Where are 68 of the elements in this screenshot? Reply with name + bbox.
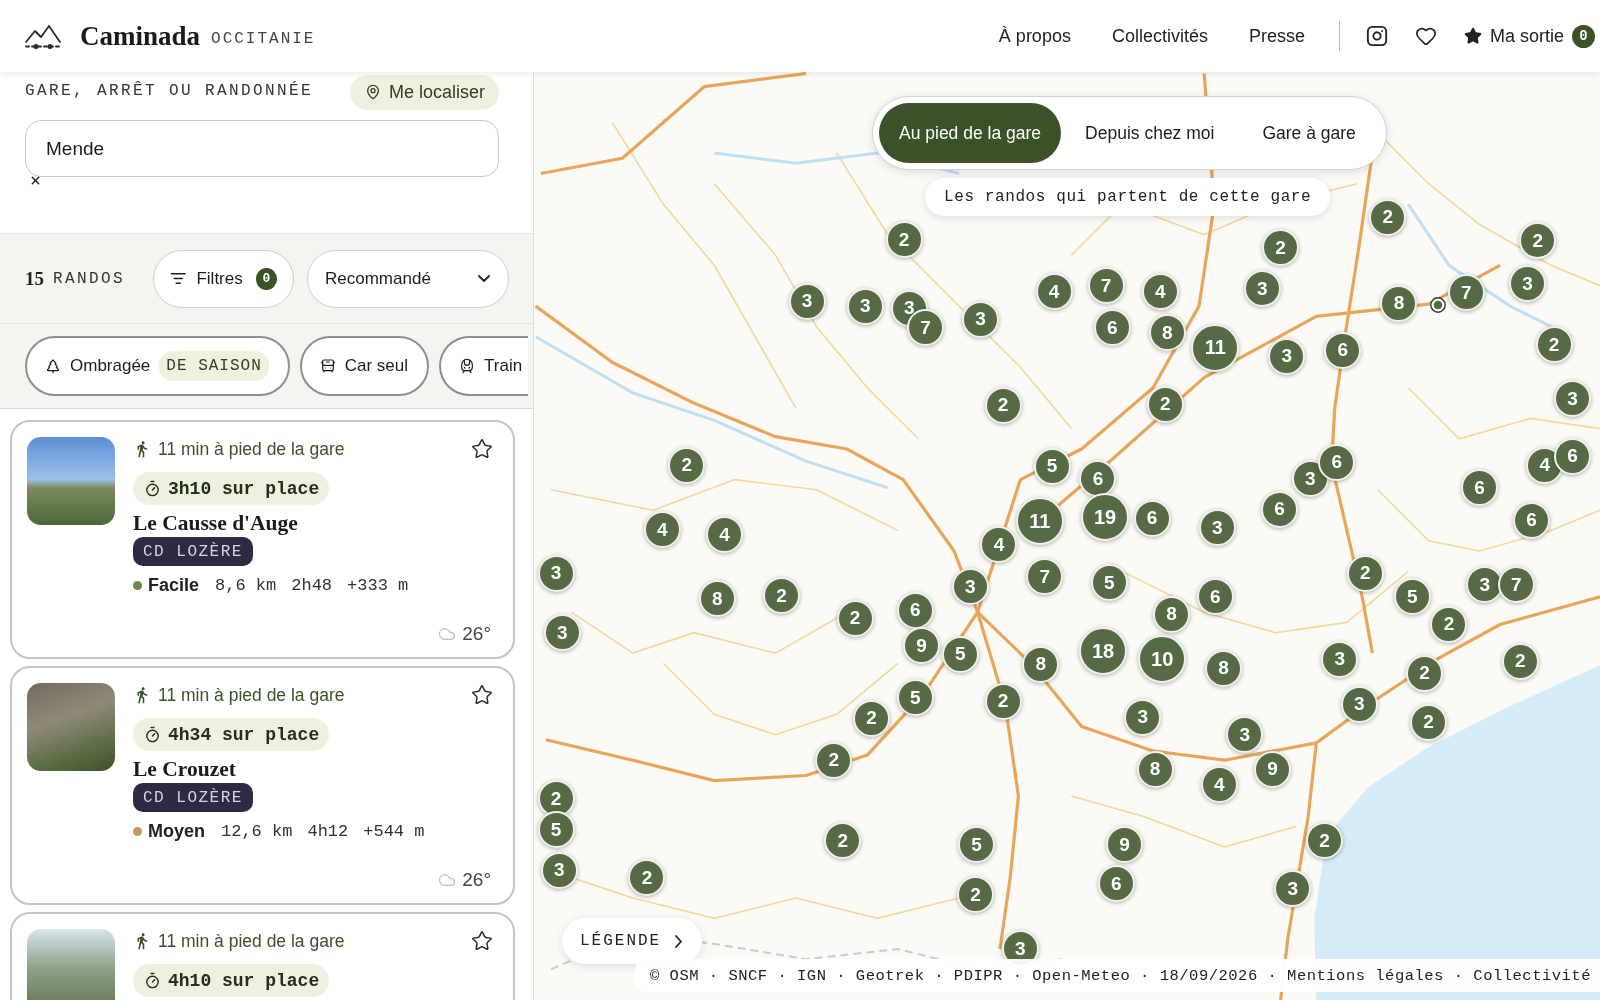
timer-icon [144,480,161,497]
clear-icon[interactable] [29,174,42,187]
region-name: OCCITANIE [211,30,316,48]
hike-title[interactable]: Le Causse d'Auge [133,510,298,537]
access-time-text: 11 min à pied de la gare [158,438,345,460]
filter-chip[interactable]: Train [439,336,529,396]
on-site-time-text: 4h10 sur place [168,970,320,991]
filter-icon [170,270,187,287]
nav-link[interactable]: À propos [998,25,1071,47]
season-tag: DE SAISON [159,351,269,381]
nav-link[interactable]: Collectivités [1111,25,1208,47]
access-time-text: 11 min à pied de la gare [158,930,345,952]
map-attribution: © OSM · SNCF · IGN · Geotrek · PDIPR · Open-Meteo · 18/09/2026 · Mentions légales · Collectivité [635,959,1600,992]
chevron-right-icon [675,934,683,948]
search-field[interactable]: Mende [25,120,499,177]
walking-time-text: 4h12 [307,821,349,841]
hike-title[interactable]: Le Crouzet [133,756,236,783]
legend-button[interactable]: LÉGENDE [562,918,703,964]
elevation-text: +333 m [347,575,409,595]
difficulty-label: Facile [148,574,200,596]
difficulty-label: Moyen [148,820,205,842]
star-icon[interactable] [471,684,493,706]
pin-icon [364,84,381,100]
result-unit: RANDOS [53,269,125,288]
filter-count-badge: 0 [255,267,277,290]
star-icon[interactable] [471,930,493,952]
cloud-icon [438,625,457,643]
hike-card[interactable]: 11 min à pied de la gare 4h34 sur place Le Crouzet CD LOZÈRE Moyen 12,6 km 4h12 +544 m 26° [10,666,515,905]
search-label: GARE, ARRÊT OU RANDONNÉE [25,82,314,100]
filters-button[interactable]: Filtres 0 [153,249,294,308]
walking-time-text: 2h48 [291,575,333,595]
brand-name[interactable]: Caminada [80,20,201,52]
logo-icon[interactable] [25,23,61,49]
instagram-icon[interactable] [1365,25,1388,47]
star-icon[interactable] [471,438,493,460]
source-tag: CD LOZÈRE [133,537,253,566]
elevation-text: +544 m [363,821,425,841]
my-trip-button[interactable]: Ma sortie 0 [1463,24,1595,48]
cloud-icon [438,871,457,889]
on-site-time-text: 3h10 sur place [168,478,320,499]
sort-select[interactable]: Recommandé [307,249,509,308]
filter-chip[interactable]: Car seul [299,336,430,396]
timer-icon [144,972,161,989]
mode-hint: Les randos qui partent de cette gare [925,178,1331,216]
filter-chip[interactable]: Ombragée DE SAISON [25,336,290,396]
mode-tab[interactable]: Gare à gare [1238,103,1380,163]
heart-icon[interactable] [1414,25,1437,47]
timer-icon [144,726,161,743]
on-site-time-text: 4h34 sur place [168,724,320,745]
distance-text: 12,6 km [221,821,293,841]
hike-card[interactable]: 11 min à pied de la gare 4h10 sur place [10,912,515,1000]
temperature-text: 26° [462,623,491,645]
locate-button[interactable]: Me localiser [349,74,499,110]
access-time-text: 11 min à pied de la gare [158,684,345,706]
hike-card[interactable]: 11 min à pied de la gare 3h10 sur place Le Causse d'Auge CD LOZÈRE Facile 8,6 km 2h48 +333 m 26° [10,420,515,659]
tree-icon [45,358,61,374]
star-icon [1463,27,1482,45]
source-tag: CD LOZÈRE [133,783,253,812]
distance-text: 8,6 km [215,575,277,595]
trip-count-badge: 0 [1572,24,1595,48]
mode-tab[interactable]: Au pied de la gare [879,103,1062,163]
mode-tab[interactable]: Depuis chez moi [1061,103,1239,163]
train-icon [459,358,476,374]
temperature-text: 26° [462,869,491,891]
chevron-down-icon [478,275,490,282]
bus-icon [319,358,336,374]
nav-link[interactable]: Presse [1248,25,1305,47]
result-count: 15 [25,267,44,290]
